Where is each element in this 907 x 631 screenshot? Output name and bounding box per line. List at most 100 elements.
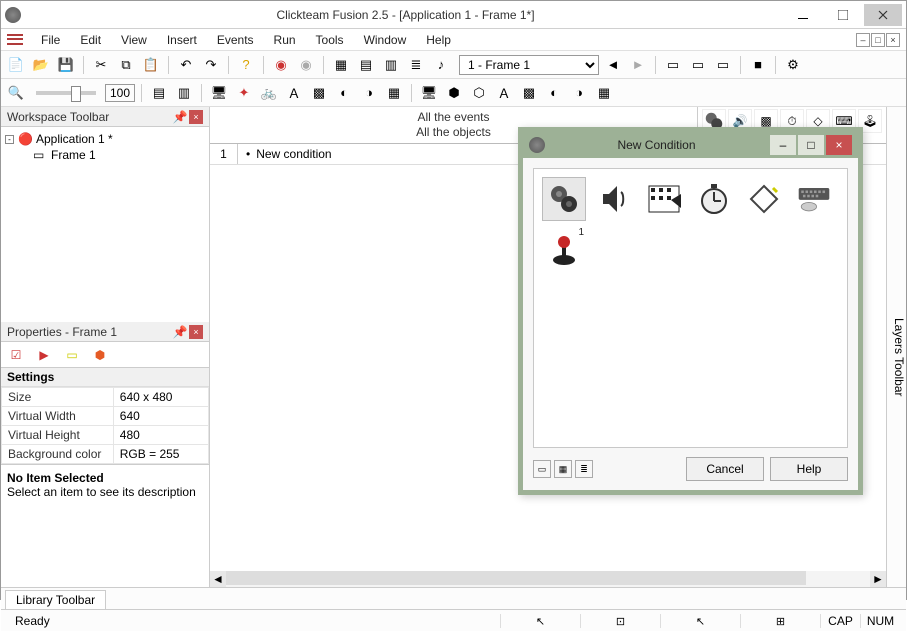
- event-tool-3[interactable]: 🖥: [208, 82, 230, 104]
- event-tool-7[interactable]: ▩: [308, 82, 330, 104]
- properties-pin-icon[interactable]: 📌: [173, 325, 187, 339]
- view-list-button[interactable]: ≣: [575, 460, 593, 478]
- next-frame-nav-button[interactable]: ►: [627, 54, 649, 76]
- run-app-button[interactable]: ▭: [687, 54, 709, 76]
- storyboard-editor-button[interactable]: ▦: [330, 54, 352, 76]
- prop-tab-about[interactable]: ▭: [63, 346, 81, 364]
- cond-special-icon[interactable]: [542, 177, 586, 221]
- event-tool-13[interactable]: ⬡: [468, 82, 490, 104]
- mdi-minimize-button[interactable]: –: [856, 33, 870, 47]
- menu-window[interactable]: Window: [354, 31, 417, 49]
- menu-file[interactable]: File: [31, 31, 70, 49]
- dialog-close-button[interactable]: ×: [826, 135, 852, 155]
- cancel-button[interactable]: Cancel: [686, 457, 764, 481]
- dialog-maximize-button[interactable]: □: [798, 135, 824, 155]
- menu-insert[interactable]: Insert: [157, 31, 207, 49]
- mdi-close-button[interactable]: ×: [886, 33, 900, 47]
- cond-storyboard-icon[interactable]: [642, 177, 686, 221]
- close-button[interactable]: [864, 4, 902, 26]
- menu-view[interactable]: View: [111, 31, 157, 49]
- copy-button[interactable]: ⧉: [115, 54, 137, 76]
- event-tool-6[interactable]: Ａ: [283, 82, 305, 104]
- minimize-button[interactable]: [784, 4, 822, 26]
- event-tool-10[interactable]: ▦: [383, 82, 405, 104]
- cond-create-icon[interactable]: [742, 177, 786, 221]
- properties-close-button[interactable]: ×: [189, 325, 203, 339]
- cut-button[interactable]: ✂: [90, 54, 112, 76]
- frame-editor-button[interactable]: ▤: [355, 54, 377, 76]
- zoom-icon[interactable]: 🔍: [5, 82, 27, 104]
- event-tool-14[interactable]: Ａ: [493, 82, 515, 104]
- event-tool-9[interactable]: ◑: [358, 82, 380, 104]
- dialog-minimize-button[interactable]: –: [770, 135, 796, 155]
- event-tool-5[interactable]: 🚲: [258, 82, 280, 104]
- event-list-editor-button[interactable]: ≣: [405, 54, 427, 76]
- workspace-tree[interactable]: - 🔴 Application 1 * ▭ Frame 1: [1, 127, 209, 322]
- build-button[interactable]: ⚙: [782, 54, 804, 76]
- new-button[interactable]: 📄: [5, 54, 27, 76]
- tree-frame-row[interactable]: ▭ Frame 1: [5, 147, 205, 163]
- help-button[interactable]: ?: [235, 54, 257, 76]
- event-editor-button[interactable]: ▥: [380, 54, 402, 76]
- horizontal-scrollbar[interactable]: ◄ ►: [210, 571, 886, 587]
- event-tool-15[interactable]: ▩: [518, 82, 540, 104]
- prev-frame-stop-button[interactable]: ◉: [270, 54, 292, 76]
- event-tool-17[interactable]: ◑: [568, 82, 590, 104]
- help-button[interactable]: Help: [770, 457, 848, 481]
- scroll-right-arrow[interactable]: ►: [870, 571, 886, 587]
- dialog-titlebar[interactable]: New Condition – □ ×: [523, 132, 858, 158]
- workspace-close-button[interactable]: ×: [189, 110, 203, 124]
- open-button[interactable]: 📂: [30, 54, 52, 76]
- event-tool-12[interactable]: ⬢: [443, 82, 465, 104]
- scroll-thumb[interactable]: [226, 571, 806, 585]
- cond-sound-icon[interactable]: [592, 177, 636, 221]
- menu-help[interactable]: Help: [416, 31, 461, 49]
- properties-grid[interactable]: Size640 x 480 Virtual Width640 Virtual H…: [1, 387, 209, 464]
- tree-expander-icon[interactable]: -: [5, 135, 14, 144]
- event-tool-4[interactable]: ✦: [233, 82, 255, 104]
- view-large-icons-button[interactable]: ▭: [533, 460, 551, 478]
- workspace-pin-icon[interactable]: 📌: [173, 110, 187, 124]
- zoom-slider[interactable]: [36, 91, 96, 95]
- event-tool-16[interactable]: ◐: [543, 82, 565, 104]
- app-node-icon: 🔴: [18, 132, 32, 146]
- event-tool-1[interactable]: ▤: [148, 82, 170, 104]
- menu-run[interactable]: Run: [264, 31, 306, 49]
- prop-tab-html5[interactable]: ⬢: [91, 346, 109, 364]
- workspace-header: Workspace Toolbar 📌 ×: [1, 107, 209, 127]
- undo-button[interactable]: ↶: [175, 54, 197, 76]
- event-tool-11[interactable]: 🖥: [418, 82, 440, 104]
- maximize-button[interactable]: [824, 4, 862, 26]
- run-frame-button[interactable]: ▭: [712, 54, 734, 76]
- event-tool-2[interactable]: ▥: [173, 82, 195, 104]
- stop-button[interactable]: ■: [747, 54, 769, 76]
- frame-selector[interactable]: 1 - Frame 1: [459, 55, 599, 75]
- status-ready: Ready: [7, 614, 58, 628]
- layers-toolbar[interactable]: Layers Toolbar: [886, 107, 906, 587]
- mdi-restore-button[interactable]: □: [871, 33, 885, 47]
- data-elements-button[interactable]: ♪: [430, 54, 452, 76]
- prop-tab-runtime[interactable]: ▶: [35, 346, 53, 364]
- cond-keyboard-icon[interactable]: [792, 177, 836, 221]
- properties-title: Properties - Frame 1: [7, 325, 117, 339]
- run-project-button[interactable]: ▭: [662, 54, 684, 76]
- cond-timer-icon[interactable]: [692, 177, 736, 221]
- redo-button[interactable]: ↷: [200, 54, 222, 76]
- cond-player-icon[interactable]: 1: [542, 227, 586, 271]
- event-tool-8[interactable]: ◐: [333, 82, 355, 104]
- paste-button[interactable]: 📋: [140, 54, 162, 76]
- zoom-value[interactable]: 100: [105, 84, 135, 102]
- save-button[interactable]: 💾: [55, 54, 77, 76]
- menu-icon[interactable]: [7, 33, 23, 47]
- scroll-left-arrow[interactable]: ◄: [210, 571, 226, 587]
- event-tool-18[interactable]: ▦: [593, 82, 615, 104]
- menu-edit[interactable]: Edit: [70, 31, 111, 49]
- menu-tools[interactable]: Tools: [306, 31, 354, 49]
- view-small-icons-button[interactable]: ▦: [554, 460, 572, 478]
- prop-tab-settings[interactable]: ☑: [7, 346, 25, 364]
- next-frame-button[interactable]: ◉: [295, 54, 317, 76]
- event-condition-label[interactable]: New condition: [256, 147, 331, 161]
- tree-app-row[interactable]: - 🔴 Application 1 *: [5, 131, 205, 147]
- menu-events[interactable]: Events: [207, 31, 264, 49]
- prev-frame-nav-button[interactable]: ◄: [602, 54, 624, 76]
